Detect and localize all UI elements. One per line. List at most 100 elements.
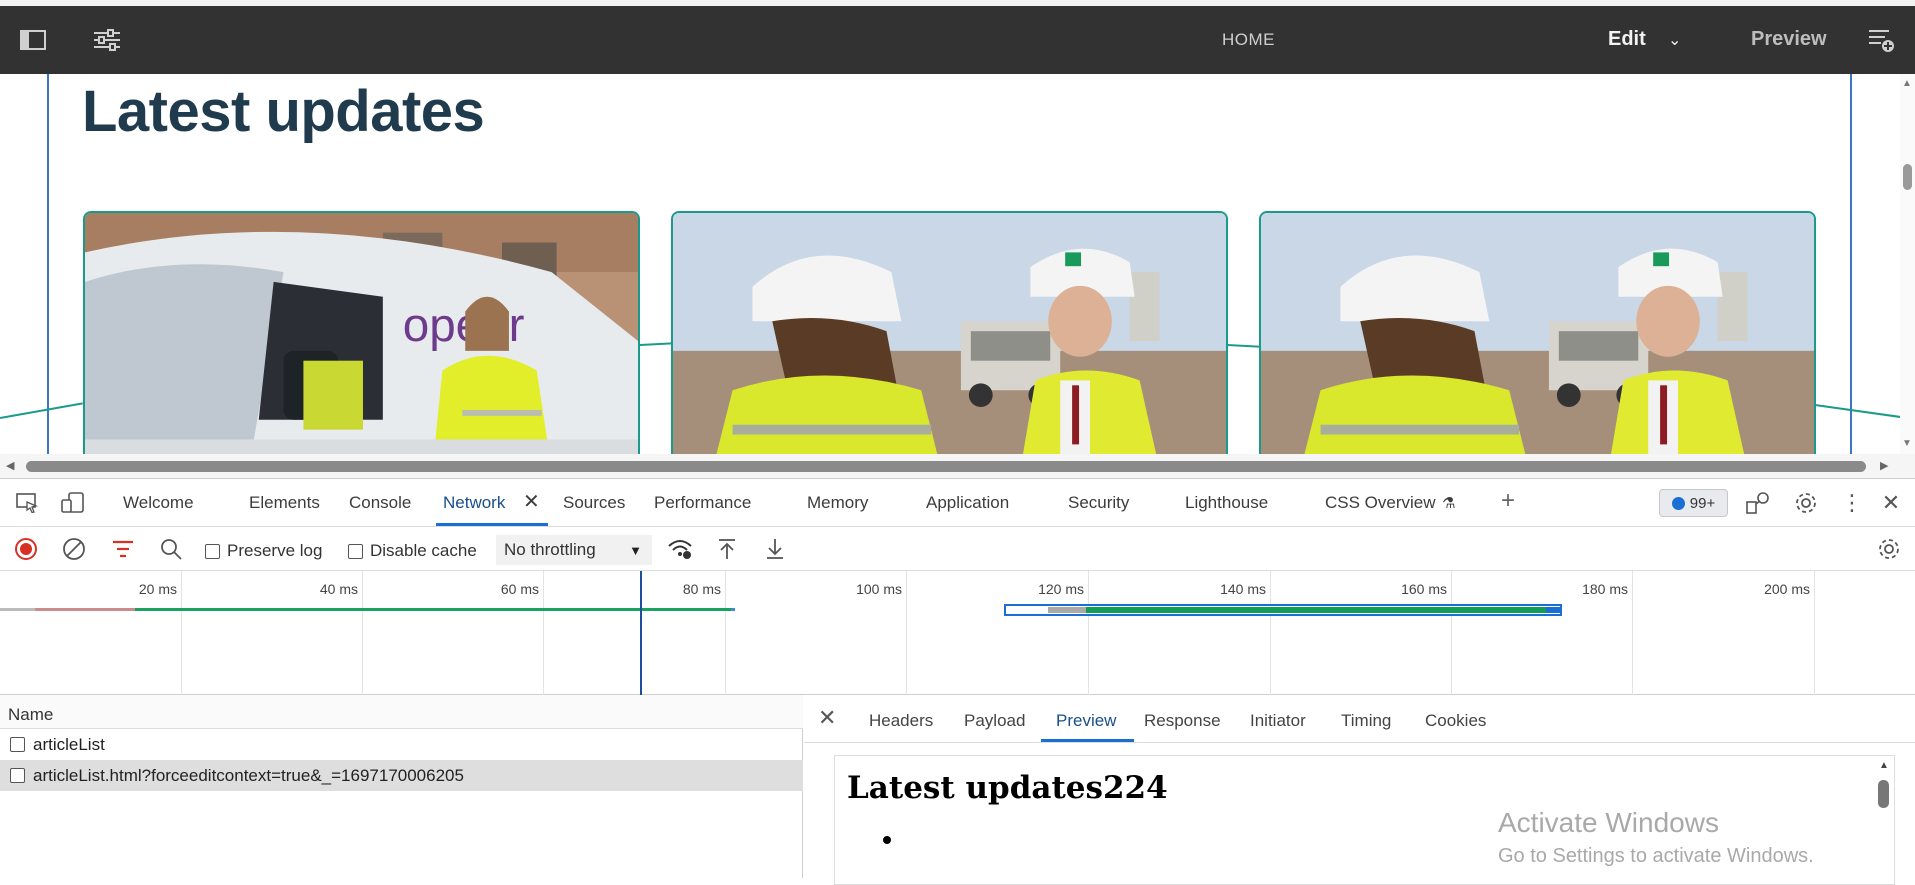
scroll-down-arrow-icon[interactable]: ▼	[1902, 438, 1912, 449]
tab-console[interactable]: Console	[349, 493, 411, 513]
timeline-tick-label: 100 ms	[856, 581, 902, 597]
throttling-value: No throttling	[504, 540, 596, 559]
tab-css-overview[interactable]: CSS Overview	[1325, 493, 1436, 513]
scroll-up-arrow-icon[interactable]: ▲	[1902, 78, 1912, 89]
section-heading: Latest updates	[82, 79, 485, 144]
container-outline-right	[1850, 74, 1852, 454]
decorative-line	[0, 402, 83, 419]
timeline-tick-label: 80 ms	[682, 581, 721, 597]
throttling-select[interactable]: No throttling ▼	[496, 535, 652, 565]
decorative-line	[1814, 404, 1900, 419]
row-checkbox[interactable]	[10, 768, 25, 783]
network-settings-gear-icon[interactable]	[1876, 537, 1902, 561]
scroll-left-arrow-icon[interactable]: ◀	[6, 459, 14, 472]
page-vertical-scrollbar[interactable]: ▲ ▼	[1900, 74, 1915, 454]
timeline-tick-label: 40 ms	[319, 581, 358, 597]
record-stop-icon[interactable]	[13, 537, 39, 561]
issues-badge[interactable]: 99+	[1659, 489, 1728, 517]
network-conditions-icon[interactable]	[667, 537, 693, 561]
activate-windows-subtitle: Go to Settings to activate Windows.	[1498, 845, 1814, 867]
tab-security[interactable]: Security	[1068, 493, 1129, 513]
table-row[interactable]: articleList	[0, 729, 803, 760]
tab-timing[interactable]: Timing	[1341, 711, 1391, 731]
article-card-image[interactable]	[671, 211, 1228, 454]
issues-count: 99+	[1689, 494, 1716, 512]
construction-photo	[673, 213, 1226, 454]
issues-icon	[1671, 496, 1685, 510]
tab-payload[interactable]: Payload	[964, 711, 1025, 731]
search-icon[interactable]	[158, 537, 184, 561]
clear-log-icon[interactable]	[61, 537, 87, 561]
scrollbar-thumb[interactable]	[1903, 164, 1912, 190]
side-panel-toggle-icon[interactable]	[18, 26, 48, 54]
requests-table: Name articleList articleList.html?forcee…	[0, 695, 803, 878]
timeline-tick-label: 120 ms	[1038, 581, 1084, 597]
preserve-log-checkbox[interactable]: Preserve log	[205, 541, 322, 561]
scrollbar-thumb[interactable]	[26, 461, 1866, 472]
settings-gear-icon[interactable]	[1793, 491, 1819, 515]
timeline-tick-label: 20 ms	[138, 581, 177, 597]
details-tab-bar: ✕ Headers Payload Preview Response Initi…	[804, 695, 1915, 743]
close-tab-icon[interactable]: ✕	[523, 489, 540, 514]
tab-application[interactable]: Application	[926, 493, 1009, 513]
scroll-up-arrow-icon[interactable]: ▲	[1879, 760, 1889, 771]
preserve-log-label: Preserve log	[227, 541, 323, 560]
preview-heading: Latest updates224	[847, 770, 1168, 806]
scrollbar-thumb[interactable]	[1878, 780, 1889, 808]
disable-cache-label: Disable cache	[370, 541, 477, 560]
tab-response[interactable]: Response	[1144, 711, 1221, 731]
more-options-icon[interactable]: ⋮	[1839, 490, 1865, 515]
dropdown-arrow-icon: ▼	[629, 543, 642, 558]
more-tabs-plus-icon[interactable]: +	[1501, 487, 1515, 515]
network-toolbar: Preserve log Disable cache No throttling…	[0, 527, 1915, 571]
page-title-home: HOME	[1222, 30, 1275, 49]
tab-elements[interactable]: Elements	[249, 493, 320, 513]
request-name: articleList.html?forceeditcontext=true&_…	[33, 765, 464, 785]
page-horizontal-scrollbar[interactable]: ◀ ▶	[0, 454, 1915, 478]
tab-headers[interactable]: Headers	[869, 711, 933, 731]
filter-icon[interactable]	[110, 537, 136, 561]
timeline-tick-label: 180 ms	[1582, 581, 1628, 597]
import-har-icon[interactable]	[714, 537, 740, 561]
export-har-icon[interactable]	[762, 537, 788, 561]
tab-network[interactable]: Network	[443, 493, 505, 513]
timeline-tick-label: 200 ms	[1764, 581, 1810, 597]
column-header-name[interactable]: Name	[0, 695, 803, 729]
container-outline-left	[47, 74, 49, 454]
checkbox-box[interactable]	[205, 543, 220, 559]
tab-initiator[interactable]: Initiator	[1250, 711, 1306, 731]
waterfall-bar-request-1	[0, 608, 735, 611]
tab-sources[interactable]: Sources	[563, 493, 625, 513]
scroll-right-arrow-icon[interactable]: ▶	[1880, 459, 1888, 472]
table-row[interactable]: articleList.html?forceeditcontext=true&_…	[0, 760, 803, 791]
network-overview-timeline[interactable]: 20 ms 40 ms 60 ms 80 ms 100 ms 120 ms 14…	[0, 571, 1915, 695]
customize-connections-icon[interactable]	[1745, 491, 1771, 515]
article-card-image[interactable]: openr	[83, 211, 640, 454]
active-tab-indicator	[1041, 739, 1134, 742]
checkbox-box[interactable]	[348, 543, 363, 559]
list-bullet	[883, 836, 891, 844]
tab-memory[interactable]: Memory	[807, 493, 868, 513]
devtools-tab-bar: Welcome Elements Console Network ✕ Sourc…	[0, 479, 1915, 527]
tab-welcome[interactable]: Welcome	[123, 493, 194, 513]
article-card-image[interactable]	[1259, 211, 1816, 454]
tab-performance[interactable]: Performance	[654, 493, 751, 513]
editor-toolbar: HOME Edit ⌄ Preview	[0, 6, 1915, 74]
row-checkbox[interactable]	[10, 737, 25, 752]
timeline-cursor-line	[640, 571, 642, 695]
edit-mode-button[interactable]: Edit	[1608, 28, 1646, 51]
chevron-down-icon[interactable]: ⌄	[1668, 30, 1681, 50]
inspect-element-icon[interactable]	[14, 491, 40, 515]
disable-cache-checkbox[interactable]: Disable cache	[348, 541, 477, 561]
tab-preview[interactable]: Preview	[1056, 711, 1116, 731]
tab-lighthouse[interactable]: Lighthouse	[1185, 493, 1268, 513]
close-details-icon[interactable]: ✕	[818, 705, 836, 731]
active-tab-indicator	[436, 523, 548, 526]
tab-cookies[interactable]: Cookies	[1425, 711, 1486, 731]
device-emulation-icon[interactable]	[60, 491, 86, 515]
annotations-icon[interactable]	[1866, 26, 1896, 54]
request-name: articleList	[33, 734, 105, 754]
close-devtools-icon[interactable]: ✕	[1878, 490, 1904, 515]
preview-mode-button[interactable]: Preview	[1751, 28, 1827, 51]
page-properties-icon[interactable]	[92, 26, 122, 54]
